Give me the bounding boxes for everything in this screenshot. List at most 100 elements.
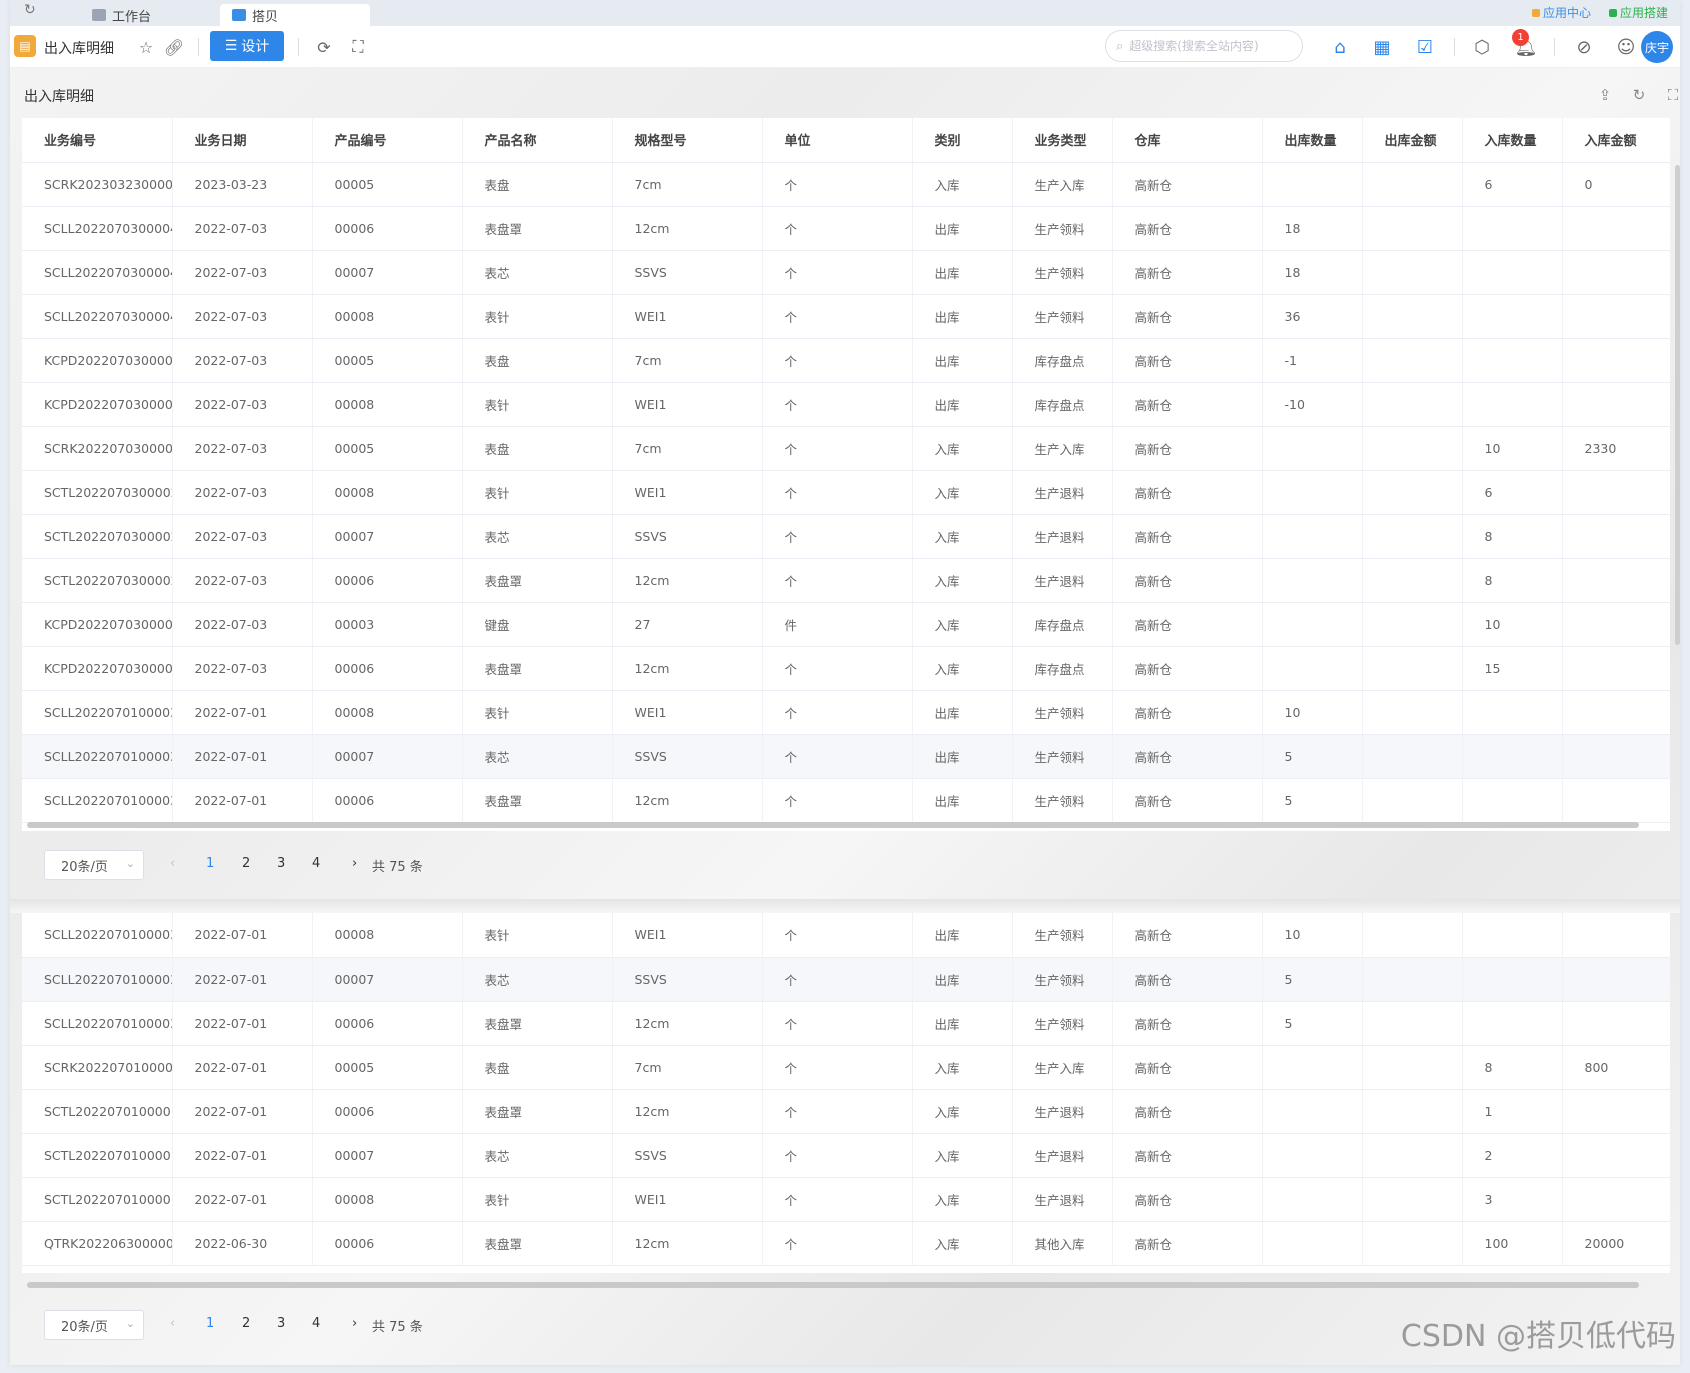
page-3[interactable]: 3 <box>277 1316 285 1331</box>
table-row[interactable]: SCTL2022070100001 2022-07-01 00007 表芯 SSVS 个入… <box>22 1133 1670 1178</box>
apps-grid-icon[interactable]: ▦ <box>1370 35 1394 59</box>
user-support-icon[interactable]: ☺ <box>1614 35 1638 59</box>
table-row[interactable]: SCLL2022070100003 2022-07-01 00006 表盘罩 12cm 个… <box>22 778 1670 823</box>
column-header[interactable]: 业务编号 <box>22 118 173 163</box>
table-row[interactable]: SCRK2022070300002 2022-07-03 00005 表盘 7cm 个入库… <box>22 426 1670 471</box>
table-row[interactable]: SCRK2023032300001 2023-03-23 00005 表盘 7cm 个入库… <box>22 162 1670 207</box>
table-row[interactable]: SCTL2022070100001 2022-07-01 00006 表盘罩 12cm 个… <box>22 1089 1670 1134</box>
avatar[interactable]: 庆宇 <box>1641 31 1673 63</box>
table-cell: WEI1 <box>612 294 763 339</box>
column-header[interactable]: 产品名称 <box>462 118 613 163</box>
table-cell: 表针 <box>462 470 613 515</box>
table-cell <box>1562 1133 1670 1178</box>
hexagon-icon[interactable]: ⬡ <box>1470 35 1494 59</box>
table-row[interactable]: SCTL2022070300002 2022-07-03 00008 表针 WEI1 个入… <box>22 470 1670 515</box>
refresh-small-icon[interactable]: ↻ <box>24 2 40 18</box>
page-4[interactable]: 4 <box>312 1316 320 1331</box>
table-row[interactable]: SCLL2022070100003 2022-07-01 00007 表芯 SSVS 个出… <box>22 957 1670 1002</box>
expand-icon[interactable]: ⛶ <box>1664 86 1680 104</box>
table-cell: 库存盘点 <box>1012 382 1113 427</box>
table-row[interactable]: KCPD2022070300002 2022-07-03 00006 表盘罩 12cm 个… <box>22 646 1670 691</box>
refresh-icon[interactable]: ⟳ <box>314 37 334 57</box>
search-input[interactable] <box>1129 39 1290 53</box>
table-row[interactable]: SCLL2022070100003 2022-07-01 00008 表针 WEI1 个出… <box>22 913 1670 958</box>
table-row[interactable]: SCLL2022070100003 2022-07-01 00007 表芯 SSVS 个出… <box>22 734 1670 779</box>
table-row[interactable]: SCLL2022070300004 2022-07-03 00008 表针 WEI1 个出… <box>22 294 1670 339</box>
column-header[interactable]: 入库金额 <box>1562 118 1670 163</box>
export-icon[interactable]: ⇪ <box>1596 86 1614 104</box>
table-cell <box>1562 690 1670 735</box>
checkbox-task-icon[interactable]: ☑ <box>1413 35 1437 59</box>
link-icon[interactable]: 🔗︎ <box>164 37 184 57</box>
table-row[interactable]: SCLL2022070100003 2022-07-01 00006 表盘罩 12cm 个… <box>22 1001 1670 1046</box>
table-row[interactable]: SCTL2022070300002 2022-07-03 00007 表芯 SSVS 个入… <box>22 514 1670 559</box>
top-links: 应用中心 应用搭建 <box>1531 4 1668 21</box>
table-cell: 00007 <box>312 734 463 779</box>
tab-workbench[interactable]: 工作台 <box>80 4 163 26</box>
column-header[interactable]: 产品编号 <box>312 118 463 163</box>
design-button[interactable]: ☰ 设计 <box>210 31 284 61</box>
page-size-value: 20条/页 <box>61 1319 108 1335</box>
star-icon[interactable]: ☆ <box>136 37 156 57</box>
reload-icon[interactable]: ↻ <box>1630 86 1648 104</box>
column-header[interactable]: 类别 <box>912 118 1013 163</box>
home-icon[interactable]: ⌂ <box>1328 35 1352 59</box>
horizontal-scrollbar[interactable] <box>27 822 1639 828</box>
table-cell: 2022-07-01 <box>172 1089 313 1134</box>
table-row[interactable]: KCPD2022070300002 2022-07-03 00003 键盘 27 件入库库… <box>22 602 1670 647</box>
horizontal-scrollbar[interactable] <box>27 1282 1639 1288</box>
table-cell: 生产退料 <box>1012 470 1113 515</box>
compass-icon[interactable]: ⊘ <box>1572 35 1596 59</box>
table-row[interactable]: QTRK2022063000002 2022-06-30 00006 表盘罩 12cm 个… <box>22 1221 1670 1266</box>
page-size-select[interactable]: 20条/页 ⌄ <box>44 1310 144 1340</box>
column-header[interactable]: 出库金额 <box>1362 118 1463 163</box>
table-row[interactable]: SCTL2022070300002 2022-07-03 00006 表盘罩 12cm 个… <box>22 558 1670 603</box>
global-search[interactable]: ⌕ <box>1105 30 1303 62</box>
prev-page-icon[interactable]: ‹ <box>170 1316 175 1331</box>
table-cell: 高新仓 <box>1112 250 1263 295</box>
app-center-link[interactable]: 应用中心 <box>1531 4 1591 21</box>
column-header[interactable]: 业务类型 <box>1012 118 1113 163</box>
next-page-icon[interactable]: › <box>352 1316 357 1331</box>
page-1[interactable]: 1 <box>206 856 214 871</box>
table-row[interactable]: SCLL2022070300004 2022-07-03 00006 表盘罩 12cm 个… <box>22 206 1670 251</box>
column-header[interactable]: 单位 <box>762 118 913 163</box>
tab-dabei[interactable]: 搭贝 <box>220 4 370 26</box>
page-size-select[interactable]: 20条/页 ⌄ <box>44 850 144 880</box>
design-button-label: 设计 <box>241 39 270 55</box>
table-cell: 高新仓 <box>1112 778 1263 823</box>
table-cell: 00006 <box>312 558 463 603</box>
table-row[interactable]: KCPD2022070300002 2022-07-03 00005 表盘 7cm 个出库… <box>22 338 1670 383</box>
column-header[interactable]: 规格型号 <box>612 118 763 163</box>
table-row[interactable]: KCPD2022070300002 2022-07-03 00008 表针 WEI1 个出… <box>22 382 1670 427</box>
table-cell: 5 <box>1262 957 1363 1002</box>
fullscreen-icon[interactable]: ⛶ <box>348 37 368 57</box>
page-4[interactable]: 4 <box>312 856 320 871</box>
table-cell: 入库 <box>912 1221 1013 1266</box>
column-header[interactable]: 仓库 <box>1112 118 1263 163</box>
table-row[interactable]: SCRK2022070100001 2022-07-01 00005 表盘 7cm 个入库… <box>22 1045 1670 1090</box>
page-2[interactable]: 2 <box>242 1316 250 1331</box>
prev-page-icon[interactable]: ‹ <box>170 856 175 871</box>
column-header[interactable]: 出库数量 <box>1262 118 1363 163</box>
vertical-scrollbar[interactable] <box>1675 165 1680 645</box>
next-page-icon[interactable]: › <box>352 856 357 871</box>
table-cell: 个 <box>762 1133 913 1178</box>
table-cell: 生产入库 <box>1012 1045 1113 1090</box>
table-cell <box>1262 162 1363 207</box>
table-cell: 高新仓 <box>1112 294 1263 339</box>
page-1[interactable]: 1 <box>206 1316 214 1331</box>
table-row[interactable]: SCTL2022070100001 2022-07-01 00008 表针 WEI1 个入… <box>22 1177 1670 1222</box>
table-row[interactable]: SCLL2022070100003 2022-07-01 00008 表针 WEI1 个出… <box>22 690 1670 735</box>
table-row[interactable]: SCLL2022070300004 2022-07-03 00007 表芯 SSVS 个出… <box>22 250 1670 295</box>
table-cell <box>1362 206 1463 251</box>
column-header[interactable]: 业务日期 <box>172 118 313 163</box>
table-cell: 个 <box>762 426 913 471</box>
table-cell: 生产入库 <box>1012 426 1113 471</box>
table-cell: 生产退料 <box>1012 1133 1113 1178</box>
column-header[interactable]: 入库数量 <box>1462 118 1563 163</box>
table-cell: SCTL2022070100001 <box>22 1133 173 1178</box>
page-3[interactable]: 3 <box>277 856 285 871</box>
page-2[interactable]: 2 <box>242 856 250 871</box>
app-build-link[interactable]: 应用搭建 <box>1608 4 1668 21</box>
